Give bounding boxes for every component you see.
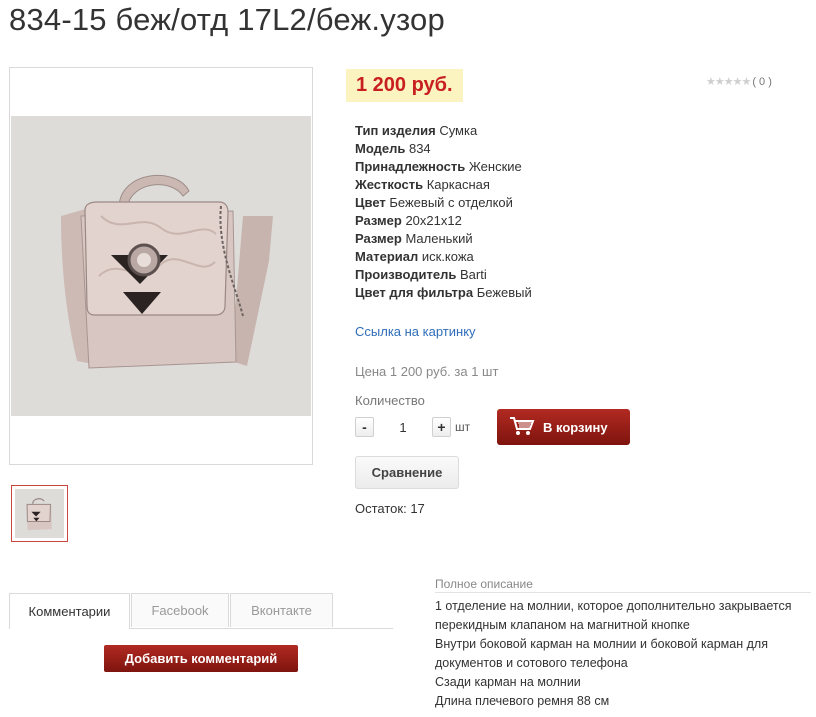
property-row: Цвет Бежевый с отделкой [355, 194, 532, 212]
rating-count: ( 0 ) [752, 75, 772, 88]
property-row: Цвет для фильтра Бежевый [355, 284, 532, 302]
property-row: Размер Маленький [355, 230, 532, 248]
star-icon[interactable]: ★★★★★ [706, 75, 751, 88]
cart-icon [509, 416, 535, 439]
quantity-unit: шт [455, 420, 471, 434]
property-row: Принадлежность Женские [355, 158, 532, 176]
property-name: Цвет [355, 195, 386, 210]
property-name: Материал [355, 249, 419, 264]
property-row: Размер 20x21x12 [355, 212, 532, 230]
quantity-label: Количество [355, 393, 425, 408]
add-to-cart-label: В корзину [543, 419, 608, 435]
property-value: Barti [459, 267, 487, 282]
compare-button[interactable]: Сравнение [355, 456, 459, 489]
property-value: Бежевый [476, 285, 532, 300]
property-value: Маленький [405, 231, 473, 246]
thumbnail-image [15, 489, 64, 538]
tab-vkontakte[interactable]: Вконтакте [230, 593, 333, 627]
bag-image [61, 175, 273, 369]
product-image-frame[interactable] [9, 67, 313, 465]
property-value: Каркасная [426, 177, 490, 192]
property-row: Производитель Barti [355, 266, 532, 284]
tab-comments[interactable]: Комментарии [9, 593, 130, 629]
property-name: Тип изделия [355, 123, 436, 138]
quantity-plus-button[interactable]: + [432, 417, 451, 437]
quantity-stepper: - 1 + шт [355, 417, 470, 437]
property-row: Тип изделия Сумка [355, 122, 532, 140]
property-value: 834 [408, 141, 431, 156]
quantity-minus-button[interactable]: - [355, 417, 374, 437]
tab-facebook[interactable]: Facebook [131, 593, 229, 627]
description-line: Длина плечевого ремня 88 см [435, 694, 610, 708]
product-thumbnail[interactable] [11, 485, 68, 542]
property-value: иск.кожа [421, 249, 474, 264]
property-name: Размер [355, 231, 402, 246]
price-tag: 1 200 руб. [346, 69, 463, 102]
description-text: 1 отделение на молнии, которое дополните… [435, 597, 811, 711]
add-to-cart-button[interactable]: В корзину [497, 409, 630, 445]
property-row: Жесткость Каркасная [355, 176, 532, 194]
property-name: Жесткость [355, 177, 424, 192]
property-name: Размер [355, 213, 402, 228]
stock-status: Остаток: 17 [355, 501, 425, 516]
property-name: Модель [355, 141, 406, 156]
rating[interactable]: ★★★★★ ( 0 ) [706, 75, 772, 89]
property-name: Производитель [355, 267, 457, 282]
comment-tabs: Комментарии Facebook Вконтакте [9, 593, 393, 629]
property-name: Принадлежность [355, 159, 466, 174]
quantity-input[interactable]: 1 [374, 420, 432, 435]
description-line: 1 отделение на молнии, которое дополните… [435, 599, 792, 632]
description-title: Полное описание [435, 577, 811, 593]
unit-price: Цена 1 200 руб. за 1 шт [355, 364, 499, 379]
property-row: Материал иск.кожа [355, 248, 532, 266]
description-line: Внутри боковой карман на молнии и боково… [435, 637, 768, 670]
add-comment-button[interactable]: Добавить комментарий [104, 645, 298, 672]
product-properties: Тип изделия Сумка Модель 834 Принадлежно… [355, 122, 532, 302]
property-value: Сумка [439, 123, 478, 138]
property-value: Женские [468, 159, 522, 174]
property-value: 20x21x12 [405, 213, 462, 228]
product-title: 834-15 беж/отд 17L2/беж.узор [9, 2, 445, 37]
product-photo[interactable] [11, 116, 311, 416]
property-row: Модель 834 [355, 140, 532, 158]
description-line: Сзади карман на молнии [435, 675, 581, 689]
property-value: Бежевый с отделкой [389, 195, 513, 210]
property-name: Цвет для фильтра [355, 285, 474, 300]
image-link[interactable]: Ссылка на картинку [355, 324, 476, 339]
